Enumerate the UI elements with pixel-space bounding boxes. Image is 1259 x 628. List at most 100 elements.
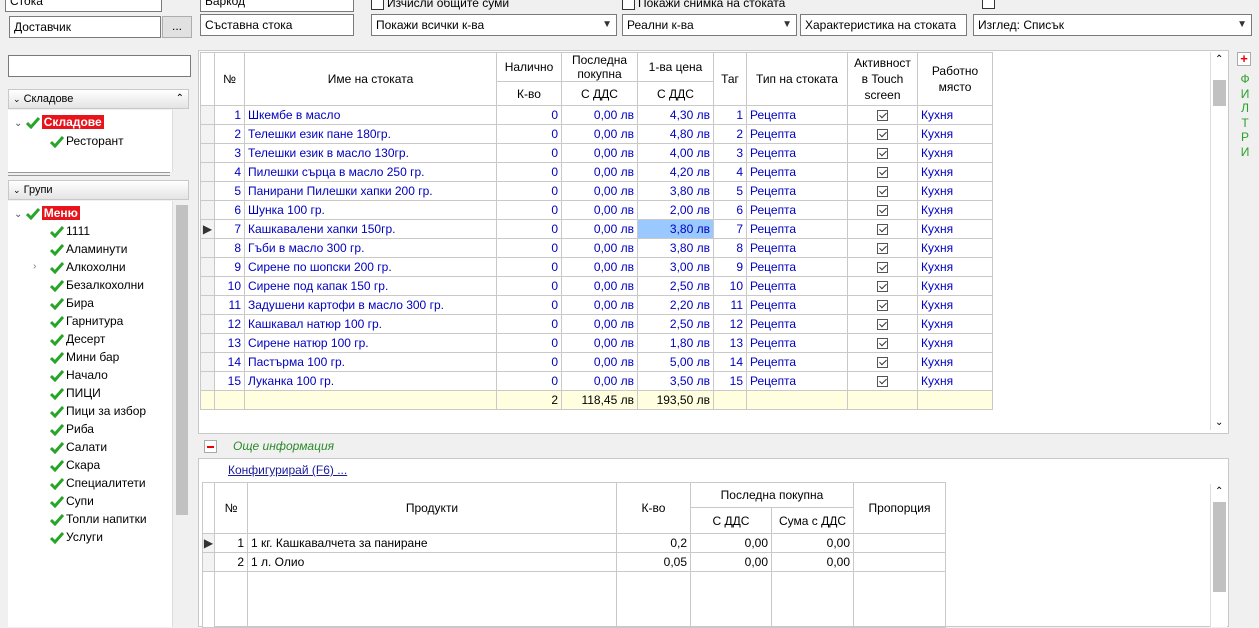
cell-type[interactable]: Рецепта bbox=[746, 162, 848, 182]
row-header[interactable] bbox=[200, 200, 215, 220]
col-header-type[interactable]: Тип на стоката bbox=[746, 52, 848, 106]
checkbox-checked-icon[interactable] bbox=[877, 357, 888, 369]
col-header-touch[interactable]: Активност в Touch screen bbox=[847, 52, 918, 106]
table-row[interactable]: 21 л. Олио 0,05 0,00 0,00 bbox=[202, 552, 946, 572]
qty-filter-select[interactable]: Покажи всички к-ва ▼ bbox=[371, 14, 617, 36]
cell-qty[interactable]: 0 bbox=[496, 276, 562, 296]
cell-workplace[interactable]: Кухня bbox=[917, 200, 993, 220]
cell-no[interactable]: 2 bbox=[214, 124, 245, 144]
cell-no[interactable]: 3 bbox=[214, 143, 245, 163]
stock-grid[interactable]: № Име на стоката Налично Последна покупн… bbox=[200, 52, 993, 410]
cell-price[interactable]: 3,00 лв bbox=[637, 257, 714, 277]
cell-product[interactable]: 1 кг. Кашкавалчета за паниране bbox=[247, 533, 617, 553]
cell-price[interactable]: 4,30 лв bbox=[637, 105, 714, 125]
row-header[interactable] bbox=[200, 352, 215, 372]
collapse-icon[interactable]: ⌃ bbox=[176, 90, 184, 108]
cell-last[interactable]: 0,00 лв bbox=[561, 238, 638, 258]
cell-price[interactable]: 3,80 лв bbox=[637, 181, 714, 201]
cell-qty[interactable]: 0 bbox=[496, 314, 562, 334]
cell-tag[interactable]: 3 bbox=[713, 143, 747, 163]
cell-type[interactable]: Рецепта bbox=[746, 257, 848, 277]
row-header[interactable]: ▶ bbox=[202, 533, 215, 553]
cell-touch[interactable] bbox=[847, 371, 918, 391]
splitter[interactable] bbox=[8, 172, 170, 176]
row-header[interactable] bbox=[200, 257, 215, 277]
supplier-field[interactable]: Доставчик bbox=[9, 16, 161, 38]
cell-last[interactable]: 0,00 лв bbox=[561, 200, 638, 220]
cell-tag[interactable]: 9 bbox=[713, 257, 747, 277]
tree-node-group-4[interactable]: Бира bbox=[50, 294, 94, 312]
col-header-with-vat[interactable]: С ДДС bbox=[561, 81, 638, 106]
tree-node-warehouses-root[interactable]: ⌄ Складове bbox=[14, 113, 104, 131]
cell-tag[interactable]: 13 bbox=[713, 333, 747, 353]
cell-workplace[interactable]: Кухня bbox=[917, 276, 993, 296]
tree-node-warehouse-item[interactable]: Ресторант bbox=[50, 132, 124, 150]
checkbox-checked-icon[interactable] bbox=[877, 281, 888, 293]
cell-price[interactable]: 5,00 лв bbox=[637, 352, 714, 372]
row-header[interactable] bbox=[200, 105, 215, 125]
row-header[interactable] bbox=[200, 295, 215, 315]
cell-type[interactable]: Рецепта bbox=[746, 124, 848, 144]
calc-totals-box[interactable] bbox=[371, 0, 384, 11]
table-row[interactable]: 8 Гъби в масло 300 гр. 0 0,00 лв 3,80 лв 8 Рец… bbox=[200, 238, 993, 258]
table-row[interactable]: 1 Шкембе в масло 0 0,00 лв 4,30 лв 1 Рецепта Ку… bbox=[200, 105, 993, 125]
cell-no[interactable]: 10 bbox=[214, 276, 245, 296]
cell-no[interactable]: 12 bbox=[214, 314, 245, 334]
cell-qty[interactable]: 0 bbox=[496, 257, 562, 277]
table-row[interactable]: 15 Луканка 100 гр. 0 0,00 лв 3,50 лв 15 Рецепт… bbox=[200, 371, 993, 391]
sub-col-header-ratio[interactable]: Пропорция bbox=[853, 482, 946, 534]
cell-name[interactable]: Сирене натюр 100 гр. bbox=[244, 333, 497, 353]
tree-node-group-12[interactable]: Салати bbox=[50, 438, 107, 456]
cell-workplace[interactable]: Кухня bbox=[917, 219, 993, 239]
groups-header[interactable]: ⌄ Групи bbox=[8, 180, 189, 200]
row-header[interactable] bbox=[200, 276, 215, 296]
cell-tag[interactable]: 1 bbox=[713, 105, 747, 125]
cell-ratio[interactable] bbox=[853, 533, 946, 553]
show-photo-box[interactable] bbox=[622, 0, 635, 11]
table-row[interactable]: 13 Сирене натюр 100 гр. 0 0,00 лв 1,80 лв 13 Р… bbox=[200, 333, 993, 353]
extra-box[interactable] bbox=[982, 0, 995, 10]
cell-no[interactable]: 9 bbox=[214, 257, 245, 277]
groups-scroll-thumb[interactable] bbox=[176, 205, 188, 515]
cell-qty[interactable]: 0 bbox=[496, 333, 562, 353]
sub-grid-scrollbar[interactable]: ⌃ bbox=[1210, 484, 1227, 627]
cell-touch[interactable] bbox=[847, 143, 918, 163]
cell-no[interactable]: 5 bbox=[214, 181, 245, 201]
checkbox-checked-icon[interactable] bbox=[877, 376, 888, 388]
cell-last[interactable]: 0,00 лв bbox=[561, 219, 638, 239]
cell-type[interactable]: Рецепта bbox=[746, 238, 848, 258]
sub-col-header-products[interactable]: Продукти bbox=[247, 482, 617, 534]
cell-workplace[interactable]: Кухня bbox=[917, 314, 993, 334]
cell-qty[interactable]: 0 bbox=[496, 162, 562, 182]
tree-node-group-5[interactable]: Гарнитура bbox=[50, 312, 123, 330]
cell-last[interactable]: 0,00 лв bbox=[561, 143, 638, 163]
table-row[interactable]: 5 Панирани Пилешки хапки 200 гр. 0 0,00 лв 3… bbox=[200, 181, 993, 201]
cell-touch[interactable] bbox=[847, 276, 918, 296]
cell-no[interactable]: 1 bbox=[214, 533, 248, 553]
row-header[interactable] bbox=[200, 333, 215, 353]
tree-node-group-9[interactable]: ПИЦИ bbox=[50, 384, 101, 402]
cell-qty[interactable]: 0,2 bbox=[616, 533, 691, 553]
cell-name[interactable]: Луканка 100 гр. bbox=[244, 371, 497, 391]
cell-type[interactable]: Рецепта bbox=[746, 276, 848, 296]
cell-name[interactable]: Телешки език в масло 130гр. bbox=[244, 143, 497, 163]
tree-search-input[interactable] bbox=[8, 55, 191, 77]
cell-product[interactable]: 1 л. Олио bbox=[247, 552, 617, 572]
cell-qty[interactable]: 0 bbox=[496, 295, 562, 315]
cell-touch[interactable] bbox=[847, 162, 918, 182]
cell-type[interactable]: Рецепта bbox=[746, 143, 848, 163]
cell-tag[interactable]: 2 bbox=[713, 124, 747, 144]
col-header-workplace[interactable]: Работно място bbox=[917, 52, 993, 106]
cell-name[interactable]: Кашкавалени хапки 150гр. bbox=[244, 219, 497, 239]
table-row[interactable]: ▶ 7 Кашкавалени хапки 150гр. 0 0,00 лв 3,80 л… bbox=[200, 219, 993, 239]
cell-sum[interactable]: 0,00 bbox=[771, 533, 854, 553]
cell-qty[interactable]: 0 bbox=[496, 371, 562, 391]
table-row[interactable]: ▶ 1 1 кг. Кашкавалчета за паниране 0,2 0,00 0… bbox=[202, 533, 946, 553]
cell-last[interactable]: 0,00 лв bbox=[561, 181, 638, 201]
col-header-with-vat-2[interactable]: С ДДС bbox=[637, 81, 714, 106]
checkbox-checked-icon[interactable] bbox=[877, 148, 888, 160]
col-header-available[interactable]: Налично bbox=[496, 52, 562, 82]
cell-workplace[interactable]: Кухня bbox=[917, 295, 993, 315]
cell-touch[interactable] bbox=[847, 314, 918, 334]
row-header[interactable] bbox=[200, 238, 215, 258]
